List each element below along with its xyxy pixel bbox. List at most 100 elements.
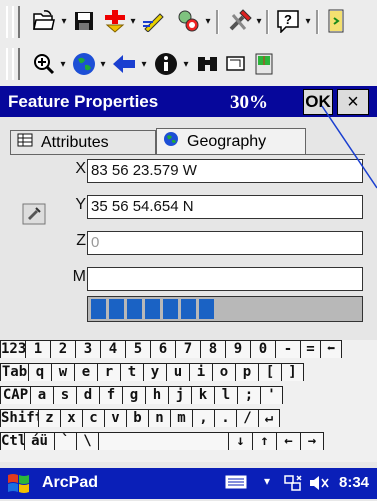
feature-icon[interactable]: [175, 7, 203, 35]
open-folder-icon[interactable]: [30, 7, 58, 35]
keyboard-key[interactable]: 9: [225, 340, 250, 358]
keyboard-key[interactable]: 1: [25, 340, 50, 358]
zoom-icon[interactable]: [30, 50, 58, 78]
keyboard-key[interactable]: 4: [100, 340, 125, 358]
close-button[interactable]: ×: [337, 89, 369, 115]
speaker-icon[interactable]: [308, 474, 330, 497]
keyboard-key[interactable]: q: [28, 363, 51, 381]
keyboard-key[interactable]: x: [60, 409, 82, 427]
keyboard-key[interactable]: n: [148, 409, 170, 427]
keyboard-icon[interactable]: [225, 474, 247, 495]
add-layer-icon[interactable]: [101, 7, 129, 35]
keyboard-key[interactable]: ': [260, 386, 283, 404]
ok-button[interactable]: OK: [303, 89, 333, 115]
keyboard-key[interactable]: CAP: [0, 386, 30, 404]
keyboard-key[interactable]: 3: [75, 340, 100, 358]
keyboard-key[interactable]: h: [145, 386, 168, 404]
keyboard-key[interactable]: g: [122, 386, 145, 404]
tools-icon[interactable]: [226, 7, 254, 35]
save-icon[interactable]: [70, 7, 98, 35]
chevron-down-icon[interactable]: ▾: [128, 7, 138, 35]
keyboard-key[interactable]: 123: [0, 340, 25, 358]
keyboard-key[interactable]: ↓: [228, 432, 252, 450]
toolbar-grip[interactable]: [12, 6, 20, 38]
keyboard-key[interactable]: t: [120, 363, 143, 381]
keyboard-key[interactable]: 6: [150, 340, 175, 358]
keyboard-key[interactable]: -: [275, 340, 300, 358]
keyboard-key[interactable]: [: [258, 363, 281, 381]
chevron-down-icon[interactable]: ▾: [264, 474, 270, 488]
keyboard-key[interactable]: 5: [125, 340, 150, 358]
keyboard-key[interactable]: r: [97, 363, 120, 381]
edit-pencil-icon[interactable]: [140, 7, 168, 35]
keyboard-key[interactable]: a: [30, 386, 53, 404]
keyboard-key[interactable]: u: [166, 363, 189, 381]
keyboard-key[interactable]: `: [54, 432, 76, 450]
m-value-field[interactable]: [87, 267, 363, 291]
start-button[interactable]: [5, 471, 33, 496]
keyboard-key[interactable]: l: [214, 386, 237, 404]
z-coordinate-field[interactable]: 0: [87, 231, 363, 255]
keyboard-key[interactable]: →: [300, 432, 324, 450]
x-coordinate-field[interactable]: 83 56 23.579 W: [87, 159, 363, 183]
chevron-down-icon[interactable]: ▾: [303, 7, 313, 35]
keyboard-key[interactable]: ↵: [258, 409, 280, 427]
keyboard-key[interactable]: 2: [50, 340, 75, 358]
y-coordinate-field[interactable]: 35 56 54.654 N: [87, 195, 363, 219]
globe-icon[interactable]: [70, 50, 98, 78]
tab-attributes[interactable]: Attributes: [10, 130, 156, 154]
keyboard-key[interactable]: 8: [200, 340, 225, 358]
keyboard-key[interactable]: k: [191, 386, 214, 404]
chevron-down-icon[interactable]: ▾: [59, 7, 69, 35]
keyboard-key[interactable]: \: [76, 432, 98, 450]
keyboard-key[interactable]: d: [76, 386, 99, 404]
keyboard-key[interactable]: Ctl: [0, 432, 24, 450]
keyboard-key[interactable]: y: [143, 363, 166, 381]
keyboard-key[interactable]: m: [170, 409, 192, 427]
keyboard-key[interactable]: ↑: [252, 432, 276, 450]
keyboard-key[interactable]: 0: [250, 340, 275, 358]
tab-geography[interactable]: Geography: [156, 128, 306, 154]
gps-capture-icon[interactable]: [21, 202, 47, 226]
active-app-name[interactable]: ArcPad: [42, 474, 98, 492]
keyboard-key[interactable]: ;: [237, 386, 260, 404]
keyboard-key[interactable]: z: [38, 409, 60, 427]
keyboard-key[interactable]: Shift: [0, 409, 38, 427]
keyboard-key[interactable]: .: [214, 409, 236, 427]
gps-icon[interactable]: [250, 50, 278, 78]
keyboard-key[interactable]: ]: [281, 363, 304, 381]
binoculars-icon[interactable]: [194, 50, 222, 78]
keyboard-key[interactable]: f: [99, 386, 122, 404]
toolbar-grip[interactable]: [12, 48, 20, 80]
network-icon[interactable]: [283, 474, 303, 497]
chevron-down-icon[interactable]: ▾: [203, 7, 213, 35]
keyboard-key[interactable]: áü: [24, 432, 54, 450]
exit-icon[interactable]: [322, 7, 350, 35]
keyboard-key[interactable]: j: [168, 386, 191, 404]
chevron-down-icon[interactable]: ▾: [58, 50, 68, 78]
keyboard-key[interactable]: /: [236, 409, 258, 427]
keyboard-key[interactable]: o: [212, 363, 235, 381]
keyboard-key[interactable]: Tab: [0, 363, 28, 381]
info-icon[interactable]: [152, 50, 180, 78]
keyboard-key[interactable]: e: [74, 363, 97, 381]
chevron-down-icon[interactable]: ▾: [139, 50, 149, 78]
keyboard-key[interactable]: =: [300, 340, 320, 358]
chevron-down-icon[interactable]: ▾: [254, 7, 264, 35]
keyboard-key[interactable]: p: [235, 363, 258, 381]
keyboard-key[interactable]: ,: [192, 409, 214, 427]
keyboard-key[interactable]: s: [53, 386, 76, 404]
keyboard-key[interactable]: ⬅: [320, 340, 342, 358]
keyboard-key[interactable]: c: [82, 409, 104, 427]
keyboard-key[interactable]: i: [189, 363, 212, 381]
chevron-down-icon[interactable]: ▾: [181, 50, 191, 78]
back-arrow-icon[interactable]: [110, 50, 138, 78]
help-icon[interactable]: ?: [274, 7, 302, 35]
select-box-icon[interactable]: [222, 50, 250, 78]
keyboard-key[interactable]: v: [104, 409, 126, 427]
keyboard-key[interactable]: w: [51, 363, 74, 381]
chevron-down-icon[interactable]: ▾: [98, 50, 108, 78]
keyboard-key[interactable]: ←: [276, 432, 300, 450]
keyboard-key[interactable]: b: [126, 409, 148, 427]
space-key[interactable]: [98, 432, 228, 450]
